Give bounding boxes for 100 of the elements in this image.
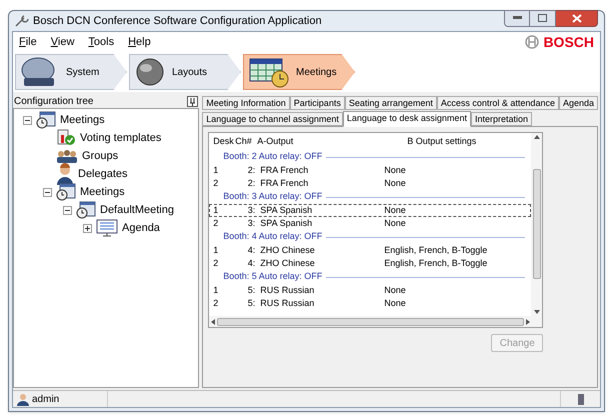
- people-group-icon: [56, 148, 78, 164]
- close-icon: [572, 14, 582, 22]
- table-row[interactable]: 2 5: RUS Russian None: [209, 297, 532, 310]
- table-cell-text: FRA French: [259, 164, 310, 177]
- table-cell-text: 3:: [246, 204, 256, 217]
- table-cell-text: RUS Russian: [259, 284, 316, 297]
- group-header: Booth: 5 Auto relay: OFF: [223, 270, 322, 284]
- window-title: Bosch DCN Conference Software Configuration Application: [33, 14, 322, 29]
- logo-icon: [525, 35, 540, 49]
- table-cell-text: 1: [212, 164, 220, 177]
- tree-item[interactable]: Delegates: [78, 166, 128, 182]
- horizontal-scrollbar[interactable]: [209, 316, 542, 327]
- menu-item[interactable]: Tools: [88, 34, 114, 50]
- tree-item[interactable]: Meetings: [60, 112, 105, 128]
- column-header[interactable]: B Output settings: [407, 134, 532, 148]
- nav-button[interactable]: Meetings: [243, 54, 355, 90]
- calendar-clock-icon: [36, 111, 56, 129]
- globe-icon: [134, 57, 166, 87]
- collapse-toggle[interactable]: [22, 116, 32, 124]
- menu-item[interactable]: File: [19, 34, 37, 50]
- table-cell-text: 2:: [246, 176, 256, 190]
- table-cell-text: None: [384, 164, 407, 177]
- table-cell-text: 2: [212, 296, 220, 310]
- table-row[interactable]: 1 3: SPA Spanish None: [209, 204, 532, 217]
- table-cell-text: 1: [212, 244, 220, 257]
- table-cell-text: RUS Russian: [259, 296, 316, 310]
- presentation-board-icon: [96, 219, 118, 237]
- vertical-scrollbar[interactable]: [531, 133, 542, 316]
- table-cell-text: ZHO Chinese: [259, 244, 316, 257]
- maximize-button[interactable]: [530, 10, 556, 26]
- table-cell-text: English, French, B-Toggle: [384, 244, 488, 257]
- person-icon: [56, 163, 74, 185]
- server-icon: [578, 394, 584, 404]
- table-cell-text: 5:: [246, 296, 256, 310]
- nav-button[interactable]: Layouts: [129, 54, 241, 90]
- nav-button[interactable]: System: [15, 54, 127, 90]
- table-cell-text: 4:: [246, 256, 256, 270]
- table-cell-text: 3:: [246, 216, 256, 230]
- collapse-toggle[interactable]: [42, 188, 52, 196]
- table-cell-text: None: [384, 296, 407, 310]
- menu-item[interactable]: Help: [128, 34, 151, 50]
- column-header[interactable]: Ch#: [235, 134, 258, 148]
- tab[interactable]: Access control & attendance: [436, 96, 559, 110]
- table-cell-text: 2: [212, 256, 220, 270]
- user-icon: [17, 392, 29, 406]
- tab[interactable]: Language to channel assignment: [202, 112, 343, 126]
- table-cell-text: None: [384, 284, 407, 297]
- tab[interactable]: Seating arrangement: [344, 96, 437, 110]
- minimize-icon: [512, 16, 522, 20]
- table-cell-text: 1: [212, 204, 220, 217]
- table-row[interactable]: 1 4: ZHO Chinese English, French, B-Toggle: [209, 244, 532, 257]
- tree-item[interactable]: Voting templates: [80, 130, 162, 146]
- status-user: admin: [32, 392, 60, 406]
- tree-item[interactable]: Groups: [82, 148, 118, 164]
- close-button[interactable]: [556, 10, 598, 26]
- tree-item[interactable]: DefaultMeeting: [100, 202, 174, 218]
- table-cell-text: None: [384, 176, 407, 190]
- scroll-up-icon[interactable]: [534, 135, 540, 139]
- table-cell-text: SPA Spanish: [259, 216, 314, 230]
- calendar-clock-icon: [248, 56, 290, 88]
- tab[interactable]: Interpretation: [470, 112, 532, 126]
- minimize-button[interactable]: [504, 10, 530, 26]
- maximize-icon: [538, 14, 547, 22]
- table-row[interactable]: 2 2: FRA French None: [209, 177, 532, 190]
- wrench-icon: [15, 15, 29, 27]
- menu-item[interactable]: View: [50, 34, 74, 50]
- table-cell-text: 2:: [246, 164, 256, 177]
- calendar-clock-icon: [56, 183, 76, 201]
- panel-title: Configuration tree: [14, 94, 94, 108]
- tab[interactable]: Participants: [290, 96, 345, 110]
- table-row[interactable]: 2 3: SPA Spanish None: [209, 217, 532, 230]
- group-header: Booth: 2 Auto relay: OFF: [223, 150, 322, 164]
- tab[interactable]: Agenda: [558, 96, 598, 110]
- column-header[interactable]: Desk: [209, 134, 236, 148]
- table-cell-text: ZHO Chinese: [259, 256, 316, 270]
- table-cell-text: None: [384, 204, 407, 217]
- table-cell-text: SPA Spanish: [259, 204, 314, 217]
- table-cell-text: 2: [212, 176, 220, 190]
- tab[interactable]: Meeting Information: [202, 96, 290, 110]
- expand-toggle[interactable]: [82, 224, 92, 232]
- column-header[interactable]: A-Output: [257, 134, 408, 148]
- brand-logo: BOSCH: [543, 32, 594, 52]
- collapse-toggle[interactable]: [62, 206, 72, 214]
- checkmark-document-icon: [56, 129, 76, 147]
- table-cell-text: 1: [212, 284, 220, 297]
- table-cell-text: None: [384, 216, 407, 230]
- table-cell-text: FRA French: [259, 176, 310, 190]
- table-cell-text: English, French, B-Toggle: [384, 256, 488, 270]
- table-row[interactable]: 2 4: ZHO Chinese English, French, B-Toggle: [209, 257, 532, 270]
- pin-icon[interactable]: [187, 96, 198, 106]
- table-cell-text: 5:: [246, 284, 256, 297]
- table-row[interactable]: 1 5: RUS Russian None: [209, 284, 532, 297]
- tree-item[interactable]: Agenda: [122, 220, 160, 236]
- group-header: Booth: 4 Auto relay: OFF: [223, 230, 322, 244]
- group-header: Booth: 3 Auto relay: OFF: [223, 190, 322, 204]
- tab[interactable]: Language to desk assignment: [342, 111, 471, 127]
- table-cell-text: 2: [212, 216, 220, 230]
- tree-item[interactable]: Meetings: [80, 184, 125, 200]
- table-row[interactable]: 1 2: FRA French None: [209, 164, 532, 177]
- scroll-down-icon[interactable]: [534, 310, 540, 314]
